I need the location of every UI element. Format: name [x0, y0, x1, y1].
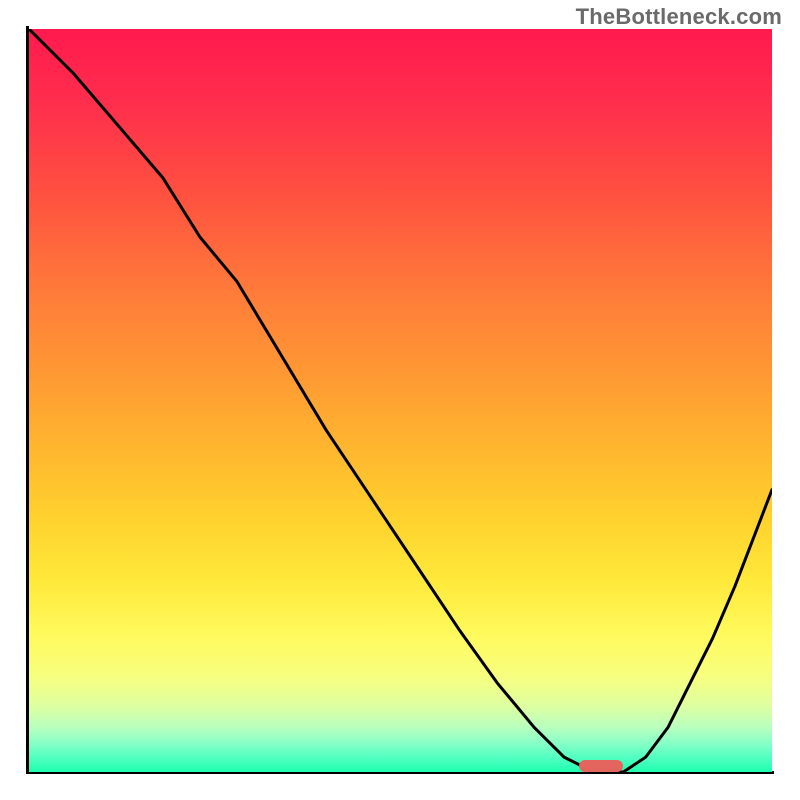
curve-path: [29, 29, 772, 772]
watermark-text: TheBottleneck.com: [576, 4, 782, 30]
curve-svg: [29, 29, 772, 772]
chart-container: TheBottleneck.com: [0, 0, 800, 800]
valley-marker: [579, 760, 624, 772]
plot-area: [29, 29, 772, 772]
